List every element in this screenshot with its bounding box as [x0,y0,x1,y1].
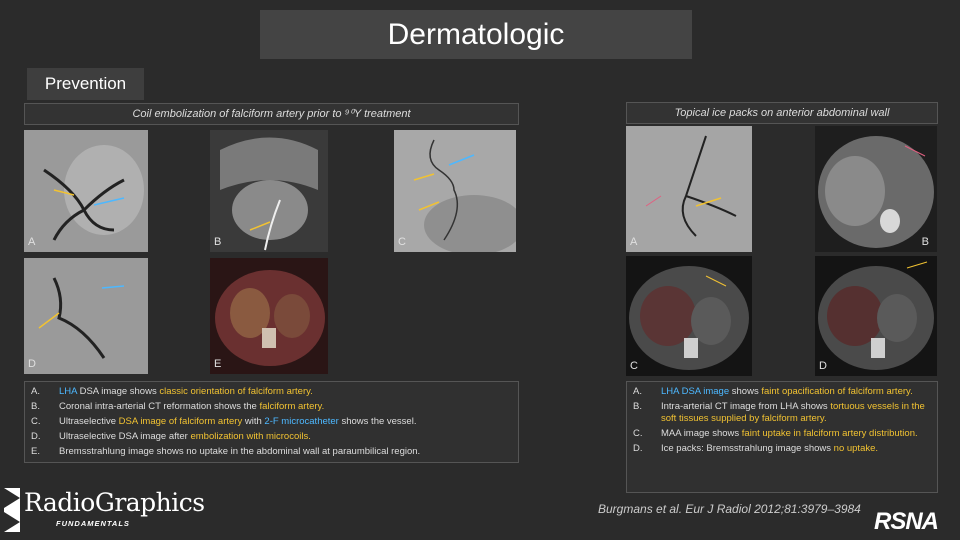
description-segment: DSA image shows [76,386,160,397]
description-segment: Bremsstrahlung image shows no uptake in … [59,446,421,457]
description-item: D. Ultraselective DSA image after emboliz… [31,431,512,443]
description-segment: Ultraselective [59,416,119,427]
description-letter: C. [633,428,643,439]
description-segment: no uptake. [833,443,879,454]
description-letter: A. [31,386,40,397]
radiographics-logo: RadioGraphics FUNDAMENTALS [4,488,205,534]
description-segment: falciform artery. [259,401,325,412]
description-text: Bremsstrahlung image shows no uptake in … [59,446,512,458]
logo-main-text: RadioGraphics [24,488,205,517]
description-segment: classic orientation of falciform artery. [159,386,313,397]
image-panel-right-c: C [626,256,752,376]
description-item: B. Coronal intra-arterial CT reformation … [31,401,512,413]
lha-dsa-image [626,126,752,252]
panel-label: C [398,236,406,248]
description-item: B. Intra-arterial CT image from LHA shows… [633,401,931,425]
description-item: C. Ultraselective DSA image of falciform … [31,416,512,428]
maa-image [626,256,752,376]
panel-label: D [819,360,827,372]
description-segment: LHA [59,386,77,397]
description-text: Ice packs: Bremsstrahlung image shows no… [661,443,931,455]
selective-dsa-image [394,130,516,252]
page-title: Dermatologic [260,10,692,59]
rsna-logo: RSNA [874,508,939,535]
citation: Burgmans et al. Eur J Radiol 2012;81:397… [598,502,861,516]
image-panel-left-d: D [24,258,148,374]
description-list: A. LHA DSA image shows faint opacificatio… [627,382,937,462]
description-text: Intra-arterial CT image from LHA shows t… [661,401,931,425]
description-item: A. LHA DSA image shows faint opacificatio… [633,386,931,398]
description-letter: B. [633,401,642,412]
section-tab-prevention: Prevention [27,68,144,100]
description-list: A. LHA DSA image shows classic orientatio… [25,382,518,465]
intra-arterial-ct-image [815,126,937,252]
description-segment: Coronal intra-arterial CT reformation sh… [59,401,260,412]
description-item: D. Ice packs: Bremsstrahlung image shows … [633,443,931,455]
description-item: C. MAA image shows faint uptake in falcif… [633,428,931,440]
description-letter: D. [633,443,643,454]
image-panel-right-d: D [815,256,937,376]
post-embolization-image [24,258,148,374]
description-segment: Intra-arterial CT image from LHA shows [661,401,831,412]
ice-pack-bremsstrahlung-image [815,256,937,376]
angiogram-image [24,130,148,252]
description-box-left: A. LHA DSA image shows classic orientatio… [24,381,519,463]
description-segment: with [242,416,265,427]
description-segment: 2-F microcatheter [264,416,339,427]
caption-right: Topical ice packs on anterior abdominal … [626,102,938,124]
description-letter: E. [31,446,40,457]
description-letter: C. [31,416,41,427]
description-item: A. LHA DSA image shows classic orientatio… [31,386,512,398]
image-panel-right-b: B [815,126,937,252]
description-box-right: A. LHA DSA image shows faint opacificatio… [626,381,938,493]
description-segment: MAA image shows [661,428,742,439]
description-segment: LHA DSA image [661,386,730,397]
panel-label: D [28,358,36,370]
image-panel-left-e: E [210,258,328,374]
panel-label: E [214,358,222,370]
panel-label: A [28,236,36,248]
description-text: Ultraselective DSA image after embolizat… [59,431,512,443]
ct-coronal-image [210,130,328,252]
description-text: LHA DSA image shows classic orientation … [59,386,512,398]
description-segment: Ice packs: Bremsstrahlung image shows [661,443,834,454]
description-segment: shows the vessel. [338,416,417,427]
description-letter: D. [31,431,41,442]
description-text: Ultraselective DSA image of falciform ar… [59,416,512,428]
panel-label: A [630,236,638,248]
description-text: MAA image shows faint uptake in falcifor… [661,428,931,440]
description-segment: DSA image of falciform artery [118,416,243,427]
image-panel-left-a: A [24,130,148,252]
radiographics-mark-icon [4,488,20,532]
panel-label: C [630,360,638,372]
description-segment: Ultraselective DSA image after [59,431,191,442]
description-segment: faint uptake in falciform artery distrib… [741,428,918,439]
description-segment: shows [729,386,762,397]
panel-label: B [214,236,222,248]
description-letter: B. [31,401,40,412]
description-letter: A. [633,386,642,397]
caption-left: Coil embolization of falciform artery pr… [24,103,519,125]
logo-sub-text: FUNDAMENTALS [56,519,130,528]
image-panel-right-a: A [626,126,752,252]
description-item: E. Bremsstrahlung image shows no uptake i… [31,446,512,458]
description-segment: embolization with microcoils. [190,431,311,442]
description-segment: faint opacification of falciform artery. [761,386,913,397]
description-text: LHA DSA image shows faint opacification … [661,386,931,398]
image-panel-left-c: C [394,130,516,252]
bremsstrahlung-image [210,258,328,374]
image-panel-left-b: B [210,130,328,252]
panel-label: B [921,236,929,248]
description-text: Coronal intra-arterial CT reformation sh… [59,401,512,413]
